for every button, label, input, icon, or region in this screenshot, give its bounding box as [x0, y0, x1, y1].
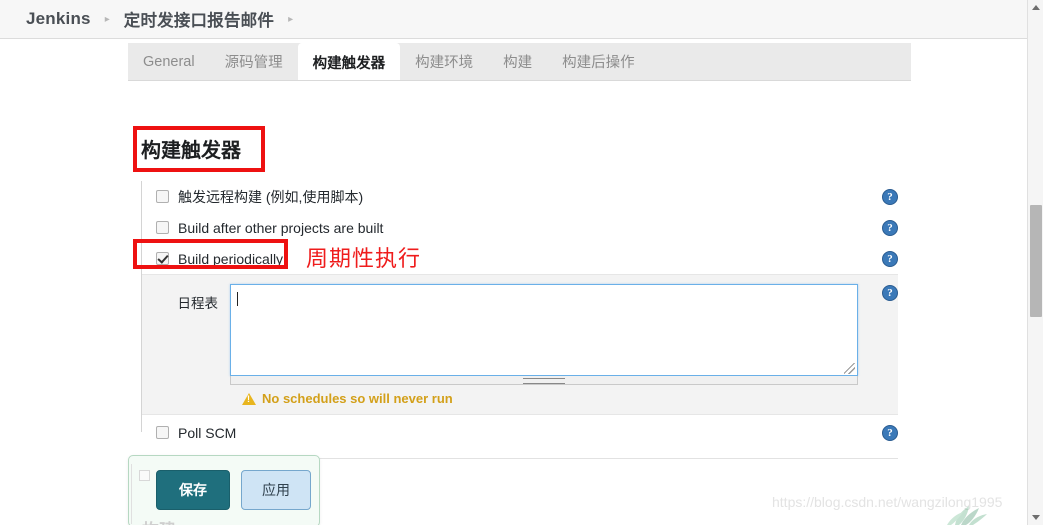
label-schedule: 日程表	[177, 296, 219, 311]
schedule-input[interactable]	[230, 284, 858, 376]
schedule-textarea-wrap	[230, 284, 858, 385]
label-trigger-remote-build: 触发远程构建 (例如,使用脚本)	[178, 188, 364, 205]
page-scrollbar-vertical[interactable]	[1027, 0, 1043, 525]
schedule-horizontal-scrollbar[interactable]	[230, 376, 858, 385]
help-icon-trigger-remote-build[interactable]: ?	[882, 189, 898, 205]
save-bar: 保存 应用 构建	[128, 455, 320, 525]
help-icon-build-after-other-projects[interactable]: ?	[882, 220, 898, 236]
tab-post-build-actions[interactable]: 构建后操作	[547, 43, 650, 80]
tab-build-triggers[interactable]: 构建触发器	[297, 43, 401, 81]
schedule-warning-text: No schedules so will never run	[262, 391, 453, 406]
tab-build[interactable]: 构建	[488, 43, 547, 80]
save-bar-buttons: 保存 应用	[129, 456, 319, 510]
help-icon-schedule[interactable]: ?	[882, 285, 898, 301]
label-poll-scm: Poll SCM	[178, 424, 237, 441]
schedule-warning: No schedules so will never run	[142, 391, 898, 406]
text-caret	[237, 292, 238, 306]
save-bar-left-rule	[131, 464, 132, 524]
row-poll-scm[interactable]: Poll SCM ?	[141, 417, 898, 448]
tab-source-management[interactable]: 源码管理	[210, 43, 298, 80]
help-icon-build-periodically[interactable]: ?	[882, 251, 898, 267]
jenkins-config-page: Jenkins ▸ 定时发接口报告邮件 ▸ General 源码管理 构建触发器…	[0, 0, 1043, 525]
row-trigger-remote-build[interactable]: 触发远程构建 (例如,使用脚本) ?	[141, 181, 898, 212]
scroll-down-arrow-icon[interactable]	[1032, 515, 1040, 520]
checkbox-poll-scm[interactable]	[156, 426, 169, 439]
config-tab-bar: General 源码管理 构建触发器 构建环境 构建 构建后操作	[128, 43, 911, 81]
page-scrollbar-thumb[interactable]	[1030, 205, 1042, 317]
warning-triangle-icon	[242, 392, 256, 405]
row-build-periodically[interactable]: Build periodically ?	[141, 243, 898, 274]
row-build-after-other-projects[interactable]: Build after other projects are built ?	[141, 212, 898, 243]
save-bar-ghost-checkbox[interactable]	[139, 470, 150, 481]
breadcrumb-separator-icon-2: ▸	[288, 13, 294, 25]
help-icon-poll-scm[interactable]: ?	[882, 425, 898, 441]
watermark-text: https://blog.csdn.net/wangzilong1995	[772, 494, 1003, 510]
config-area: General 源码管理 构建触发器 构建环境 构建 构建后操作 构建触发器 触…	[128, 39, 911, 525]
schedule-field-row: 日程表	[142, 284, 898, 385]
section-heading-build-triggers: 构建触发器	[141, 140, 241, 162]
resize-grip-icon[interactable]	[844, 363, 855, 374]
tab-build-environment[interactable]: 构建环境	[400, 43, 488, 80]
annotation-text-periodic: 周期性执行	[306, 246, 422, 271]
schedule-panel: ? 日程表 No schedules so wil	[142, 274, 898, 415]
checkbox-build-periodically[interactable]	[156, 252, 169, 265]
checkbox-trigger-remote-build[interactable]	[156, 190, 169, 203]
breadcrumb-item-jenkins[interactable]: Jenkins	[26, 9, 91, 29]
breadcrumb-separator-icon: ▸	[104, 13, 110, 25]
breadcrumb: Jenkins ▸ 定时发接口报告邮件 ▸	[0, 0, 1027, 39]
apply-button[interactable]: 应用	[241, 470, 311, 510]
tab-general[interactable]: General	[128, 43, 210, 80]
section-heading-build-partial: 构建	[142, 516, 176, 525]
scroll-up-arrow-icon[interactable]	[1032, 5, 1040, 10]
label-build-after-other-projects: Build after other projects are built	[178, 219, 384, 236]
save-button[interactable]: 保存	[156, 470, 230, 510]
breadcrumb-item-job[interactable]: 定时发接口报告邮件	[124, 7, 274, 31]
checkbox-build-after-other-projects[interactable]	[156, 221, 169, 234]
label-build-periodically: Build periodically	[178, 250, 284, 267]
